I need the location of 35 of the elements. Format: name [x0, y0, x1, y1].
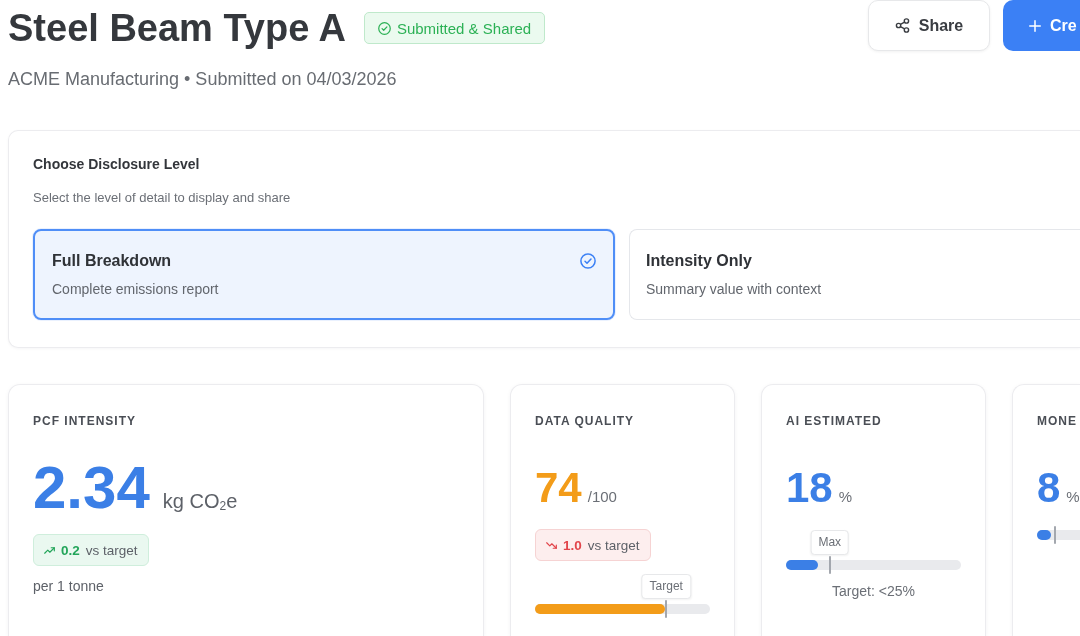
- delta-value: 1.0: [563, 537, 582, 553]
- metric-unit: kg CO$_{2}$e: [162, 490, 238, 513]
- page-subtitle: ACME Manufacturing • Submitted on 04/03/2026: [8, 68, 398, 90]
- marker-tooltip: Target: [641, 574, 691, 599]
- trend-down-icon: [546, 541, 557, 549]
- plus-icon: [1029, 19, 1041, 32]
- metric-label: DATA QUALITY: [535, 414, 635, 428]
- check-circle-icon: [580, 252, 596, 269]
- metric-note: per 1 tonne: [33, 578, 104, 595]
- metric-value: 18: [786, 467, 833, 509]
- metric-label: MONE: [1037, 414, 1077, 428]
- panel-description: Select the level of detail to display and share: [33, 190, 291, 206]
- check-circle-icon: [377, 21, 391, 35]
- progress-caption: Target: <25%: [832, 583, 915, 600]
- create-button[interactable]: Cre: [1003, 0, 1080, 51]
- page-title: Steel Beam Type A: [8, 6, 346, 51]
- metric-value: 2.34: [33, 458, 150, 518]
- metric-label: PCF INTENSITY: [33, 414, 136, 428]
- metric-unit: %: [838, 488, 853, 505]
- metric-unit: %: [1066, 488, 1080, 505]
- trend-up-icon: [44, 546, 55, 554]
- metric-value: 74: [535, 467, 582, 509]
- status-label: Submitted & Shared: [396, 19, 532, 37]
- metric-label: AI ESTIMATED: [786, 414, 882, 428]
- share-button[interactable]: Share: [868, 0, 990, 51]
- marker-tooltip: Max: [810, 530, 850, 555]
- panel-title: Choose Disclosure Level: [33, 156, 200, 173]
- delta-caption: vs target: [587, 537, 640, 553]
- delta-caption: vs target: [85, 542, 138, 558]
- metric-value: 8: [1037, 467, 1061, 509]
- share-icon: [894, 18, 910, 33]
- metric-unit: /100: [587, 488, 617, 505]
- disclosure-option[interactable]: Intensity Only Summary value with context: [629, 229, 1080, 320]
- delta-value: 0.2: [61, 542, 80, 558]
- disclosure-option[interactable]: Full Breakdown Complete emissions report: [33, 229, 615, 320]
